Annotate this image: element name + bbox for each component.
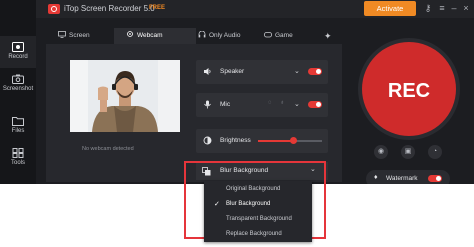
folder-icon [12, 117, 24, 126]
chevron-down-icon[interactable]: ⌄ [294, 100, 300, 108]
check-icon: ✓ [214, 201, 220, 208]
webcam-icon [127, 31, 133, 37]
noise-reduction-icon[interactable]: ◌ [268, 100, 272, 106]
magic-icon[interactable]: ✦ [324, 28, 336, 44]
sidebar-item-tools[interactable]: Tools [0, 142, 36, 174]
sidebar-item-record[interactable]: Record [0, 36, 36, 68]
mic-row: Mic ◌ ♁ ⌄ [196, 93, 328, 117]
monitor-icon [58, 31, 66, 38]
mic-toggle[interactable] [308, 101, 322, 108]
droplet-icon: ♦ [374, 174, 378, 181]
menu-item-blur-background[interactable]: ✓ Blur Background [204, 197, 312, 212]
key-icon[interactable]: ⚷ [423, 3, 433, 13]
webcam-preview [70, 60, 180, 132]
record-icon [12, 42, 24, 52]
menu-item-original-background[interactable]: Original Background [204, 182, 312, 197]
tab-label: Webcam [137, 32, 163, 39]
camera-icon [12, 74, 24, 84]
tools-icon [12, 148, 24, 158]
recorder-window: Record Screenshot Files Tools iTop Scree… [0, 0, 474, 184]
speaker-label: Speaker [220, 68, 245, 75]
app-logo [48, 4, 60, 14]
tab-label: Screen [69, 32, 90, 39]
tab-label: Only Audio [209, 32, 241, 39]
screenshot-icon[interactable]: ◉ [374, 145, 388, 159]
watermark-label: Watermark [386, 175, 418, 182]
tab-game[interactable]: Game [264, 28, 308, 44]
menu-item-label: Transparent Background [226, 216, 292, 222]
menu-item-label: Blur Background [226, 201, 271, 207]
tab-screen[interactable]: Screen [58, 28, 112, 44]
audio-icon [198, 31, 206, 38]
schedule-icon[interactable]: ▣ [401, 145, 415, 159]
menu-item-label: Replace Background [226, 231, 282, 237]
speaker-toggle[interactable] [308, 68, 322, 75]
mic-label: Mic [220, 101, 231, 108]
speaker-icon [204, 68, 211, 75]
free-badge: FREE [149, 5, 166, 11]
tab-label: Game [275, 32, 293, 39]
menu-item-transparent-background[interactable]: Transparent Background [204, 212, 312, 227]
rec-label: REC [387, 80, 431, 102]
webcam-status: No webcam detected [82, 146, 134, 152]
watermark-toggle[interactable] [428, 175, 442, 182]
sidebar-item-label: Record [8, 54, 28, 60]
sidebar: Record Screenshot Files Tools [0, 0, 36, 184]
minimize-icon[interactable]: – [449, 3, 459, 13]
mic-icon [204, 100, 211, 109]
sidebar-item-files[interactable]: Files [0, 110, 36, 142]
watermark-control: ♦ Watermark [366, 170, 450, 184]
sidebar-item-label: Tools [10, 160, 25, 166]
brightness-slider-knob[interactable] [289, 137, 297, 144]
brightness-label: Brightness [220, 137, 251, 144]
activate-button[interactable]: Activate [364, 1, 416, 16]
sidebar-item-label: Files [11, 128, 25, 134]
gamepad-icon [264, 32, 272, 38]
tab-only-audio[interactable]: Only Audio [198, 28, 258, 44]
sidebar-item-label: Screenshot [2, 86, 34, 92]
brightness-slider-fill [258, 140, 294, 142]
tab-webcam[interactable]: Webcam [114, 28, 196, 44]
app-window: Record Screenshot Files Tools iTop Scree… [0, 0, 474, 247]
rec-button[interactable]: REC [362, 42, 456, 136]
chevron-down-icon[interactable]: ⌄ [294, 67, 300, 75]
speaker-row: Speaker ⌄ [196, 60, 328, 84]
person-image [70, 60, 180, 132]
close-icon[interactable]: × [461, 3, 471, 13]
timer-icon[interactable]: ◔ [428, 145, 442, 159]
mic-boost-icon[interactable]: ♁ [280, 100, 285, 106]
brightness-slider[interactable] [258, 137, 322, 144]
app-title: iTop Screen Recorder 5.0 [64, 4, 155, 13]
menu-item-replace-background[interactable]: Replace Background [204, 227, 312, 242]
blur-background-menu: Original Background ✓ Blur Background Tra… [204, 181, 312, 242]
brightness-icon [203, 136, 212, 145]
menu-item-label: Original Background [226, 186, 281, 192]
sidebar-item-screenshot[interactable]: Screenshot [0, 68, 36, 100]
menu-icon[interactable]: ≡ [437, 3, 447, 13]
